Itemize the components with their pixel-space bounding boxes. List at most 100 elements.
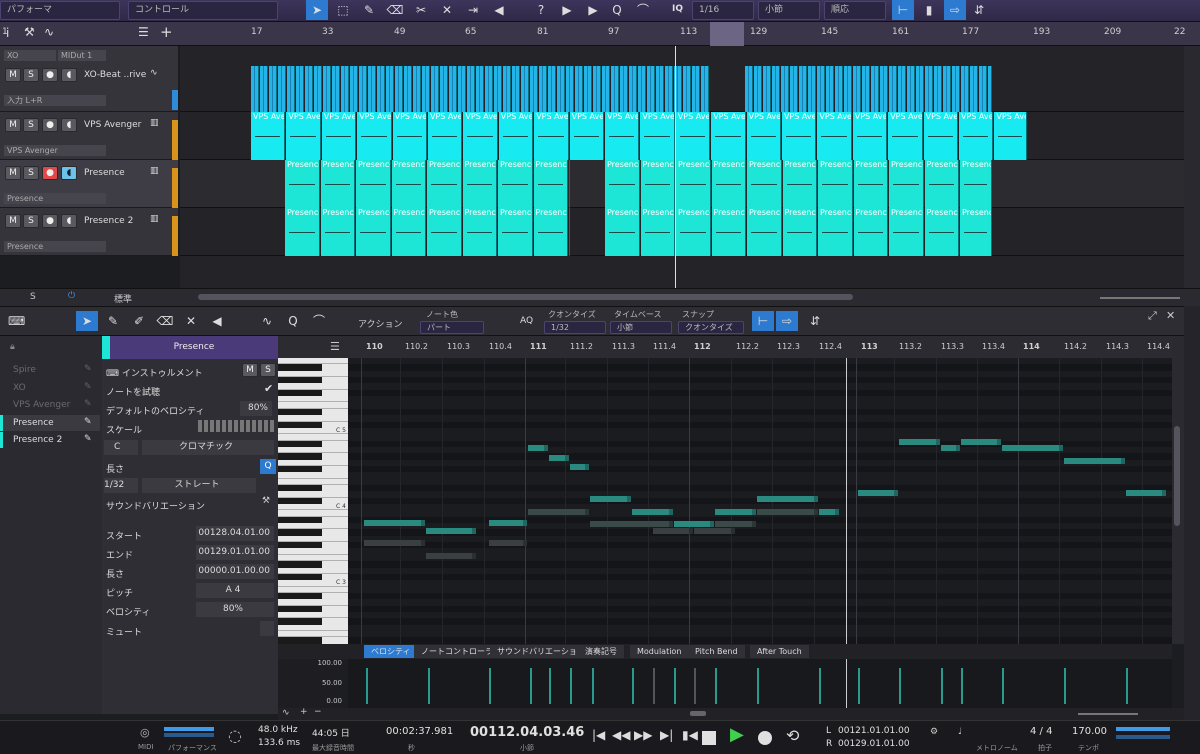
edit-curve-icon[interactable]: ∿	[282, 708, 290, 718]
clip[interactable]	[323, 66, 331, 112]
black-key[interactable]	[278, 637, 322, 644]
editor-pencil-icon[interactable]: ✎	[102, 311, 124, 331]
input-select[interactable]: Presence	[4, 241, 106, 252]
clip[interactable]	[359, 66, 367, 112]
clip[interactable]: VPS Ave	[994, 112, 1027, 160]
editor-vscroll-thumb[interactable]	[1174, 426, 1180, 526]
note-grid[interactable]	[348, 358, 1172, 644]
velocity-bar[interactable]	[632, 668, 634, 704]
clip[interactable]	[278, 66, 286, 112]
clip[interactable]: Presence	[747, 208, 782, 256]
velocity-bar[interactable]	[941, 668, 943, 704]
midi-out-select[interactable]: MIDut 1	[58, 50, 106, 61]
clip[interactable]	[395, 66, 403, 112]
clip[interactable]	[548, 66, 556, 112]
editor-icon[interactable]: ⌨	[8, 314, 25, 328]
editor-wave-icon[interactable]: ∿	[256, 311, 278, 331]
clip[interactable]	[629, 66, 637, 112]
editor-paint-icon[interactable]: ✐	[128, 311, 150, 331]
clip[interactable]	[916, 66, 924, 112]
clip[interactable]: Presence	[818, 160, 853, 208]
clip[interactable]	[611, 66, 619, 112]
input-select[interactable]: 入力 L+R	[4, 95, 106, 106]
clip[interactable]: Presence	[640, 208, 675, 256]
solo-button[interactable]: S	[23, 166, 39, 180]
midi-note[interactable]	[1064, 458, 1125, 464]
editor-arrow-icon[interactable]: ➤	[76, 311, 98, 331]
clip[interactable]	[503, 66, 511, 112]
black-key[interactable]	[278, 497, 322, 505]
clip[interactable]: Presence	[356, 160, 391, 208]
clip[interactable]	[763, 66, 771, 112]
controller-tab[interactable]: 演奏記号	[578, 645, 624, 658]
clip[interactable]	[817, 66, 825, 112]
clip[interactable]: Presence	[889, 208, 924, 256]
iq-label[interactable]: IQ	[672, 4, 683, 14]
midi-note[interactable]	[694, 528, 735, 534]
play-icon[interactable]: ▶	[730, 724, 744, 745]
clip[interactable]: VPS Ave	[569, 112, 604, 160]
clip[interactable]	[521, 66, 529, 112]
bend-tool-icon[interactable]: ⇥	[462, 0, 484, 20]
clip[interactable]	[889, 66, 897, 112]
input-select[interactable]: Presence	[4, 193, 106, 204]
clip[interactable]: VPS Ave	[852, 112, 888, 160]
clip[interactable]: Presence	[640, 160, 675, 208]
loop-icon[interactable]: ⌒	[632, 0, 654, 20]
add-track-icon[interactable]: +	[160, 23, 173, 41]
clip[interactable]: VPS Ave	[463, 112, 498, 160]
velocity-bar[interactable]	[715, 668, 717, 704]
clip[interactable]: Presence	[285, 208, 320, 256]
clip[interactable]	[754, 66, 762, 112]
editor-track-item[interactable]: Presence ✎	[0, 414, 100, 431]
clip[interactable]	[826, 66, 834, 112]
menu-icon[interactable]: ☰	[330, 340, 340, 353]
pencil-icon[interactable]: ✎	[84, 382, 92, 392]
velocity-lane[interactable]	[348, 659, 1172, 708]
clip[interactable]: Presence	[498, 160, 533, 208]
clip[interactable]	[835, 66, 843, 112]
velocity-bar[interactable]	[819, 668, 821, 704]
editor-vscroll[interactable]	[1172, 336, 1184, 644]
mute-button[interactable]: M	[5, 214, 21, 228]
monitor-button[interactable]: ◖	[61, 166, 77, 180]
black-key[interactable]	[278, 453, 322, 460]
editor-zoom-slider[interactable]	[1078, 713, 1138, 715]
black-key[interactable]	[278, 421, 322, 428]
controller-tab[interactable]: サウンドバリエーション	[490, 645, 592, 658]
black-key[interactable]	[278, 592, 322, 600]
clip[interactable]	[260, 66, 268, 112]
clip[interactable]: Presence	[427, 160, 462, 208]
pencil-icon[interactable]: ✎	[84, 417, 92, 427]
midi-note[interactable]	[528, 445, 548, 451]
monitor-button[interactable]: ◖	[61, 118, 77, 132]
midi-note[interactable]	[364, 520, 425, 526]
midi-note[interactable]	[653, 528, 693, 534]
clip[interactable]	[880, 66, 888, 112]
piano-keyboard[interactable]: C 5 C 4 C 3	[278, 358, 348, 644]
clip[interactable]: Presence	[498, 208, 533, 256]
listen-tool-icon[interactable]: ◀	[488, 0, 510, 20]
clip[interactable]	[907, 66, 915, 112]
midi-note[interactable]	[819, 509, 839, 515]
pencil-icon[interactable]: ✎	[84, 399, 92, 409]
loop-icon-2[interactable]: ⟲	[786, 726, 799, 745]
clip[interactable]	[799, 66, 807, 112]
seconds-display[interactable]: 00:02:37.981	[386, 726, 453, 737]
scale-type-select[interactable]: クロマチック	[142, 440, 274, 455]
snap-event-icon[interactable]: ▮	[918, 0, 940, 20]
clip[interactable]: VPS Ave	[959, 112, 994, 160]
clip[interactable]	[539, 66, 547, 112]
track-collapse-icon[interactable]: ▶	[582, 0, 604, 20]
clip[interactable]	[934, 66, 942, 112]
black-key[interactable]	[278, 408, 322, 416]
controller-tab[interactable]: Modulation	[630, 645, 689, 658]
editor-loop-icon[interactable]: ⌒	[308, 311, 330, 331]
split-tool-icon[interactable]: ✂	[410, 0, 432, 20]
arrange-hscroll[interactable]	[198, 294, 853, 300]
velocity-bar[interactable]	[549, 668, 551, 704]
input-select[interactable]: VPS Avenger	[4, 145, 106, 156]
clip[interactable]: Presence	[889, 160, 924, 208]
clip[interactable]: VPS Ave	[640, 112, 675, 160]
timeline-ruler[interactable]: 1 17 33 49 65 81 97 113 129 145 161 177 193 209 22	[2, 22, 1185, 46]
